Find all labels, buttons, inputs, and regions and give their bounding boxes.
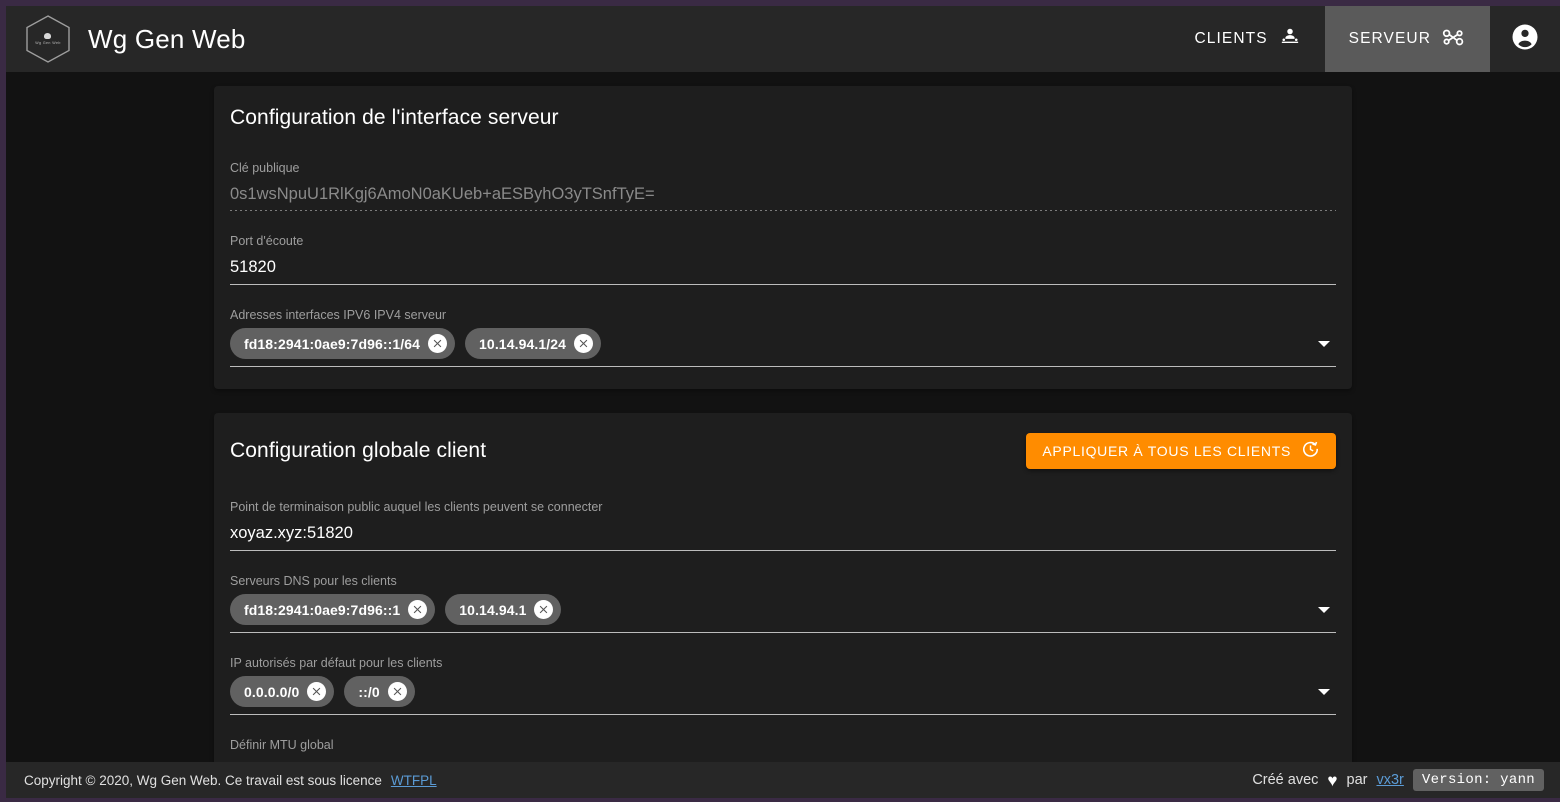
account-button[interactable] [1490, 6, 1560, 72]
tab-serveur-label: SERVEUR [1348, 30, 1431, 47]
public-key-label: Clé publique [230, 161, 300, 175]
main-content: Configuration de l'interface serveur Clé… [6, 72, 1560, 798]
global-client-card-title: Configuration globale client [230, 439, 487, 462]
server-interface-card: Configuration de l'interface serveur Clé… [214, 86, 1352, 389]
chip[interactable]: 10.14.94.1/24 [465, 328, 601, 359]
mtu-label: Définir MTU global [230, 738, 334, 752]
chip[interactable]: 10.14.94.1 [445, 594, 562, 625]
chip[interactable]: fd18:2941:0ae9:7d96::1 [230, 594, 436, 625]
account-circle-icon [1510, 22, 1540, 57]
by-text: par [1346, 772, 1368, 788]
brand: Wg Gen Web Wg Gen Web [24, 14, 246, 64]
field-public-key: Clé publique 0s1wsNpuU1RlKgj6AmoN0aKUeb+… [228, 160, 1338, 211]
listen-port-label: Port d'écoute [230, 234, 304, 248]
logo-inner-text: Wg Gen Web [35, 40, 61, 45]
nav-tabs: CLIENTS SERVEUR [1170, 6, 1560, 72]
field-endpoint: Point de terminaison public auquel les c… [228, 499, 1338, 551]
tab-clients[interactable]: CLIENTS [1170, 6, 1324, 72]
chip[interactable]: ::/0 [344, 676, 415, 707]
chip-remove-icon[interactable] [573, 334, 593, 353]
version-badge: Version: yann [1412, 769, 1544, 791]
field-dns-servers: Serveurs DNS pour les clients fd18:2941:… [228, 573, 1338, 633]
server-addresses-select[interactable]: fd18:2941:0ae9:7d96::1/64 10.14.94.1/24 [230, 328, 1336, 367]
licence-link[interactable]: WTFPL [391, 773, 437, 788]
apply-to-all-clients-button[interactable]: APPLIQUER À TOUS LES CLIENTS [1026, 433, 1336, 469]
chip-remove-icon[interactable] [428, 334, 448, 353]
dns-servers-label: Serveurs DNS pour les clients [230, 574, 397, 588]
allowed-ips-label: IP autorisés par défaut pour les clients [230, 656, 443, 670]
copyright-text: Copyright © 2020, Wg Gen Web. Ce travail… [24, 772, 382, 788]
chip[interactable]: 0.0.0.0/0 [230, 676, 335, 707]
endpoint-label: Point de terminaison public auquel les c… [230, 500, 603, 514]
wg-gen-web-logo-icon: Wg Gen Web [24, 14, 72, 64]
chip-remove-icon[interactable] [307, 682, 327, 701]
server-addresses-label: Adresses interfaces IPV6 IPV4 serveur [230, 308, 447, 322]
allowed-ips-select[interactable]: 0.0.0.0/0 ::/0 [230, 676, 1336, 715]
chip[interactable]: fd18:2941:0ae9:7d96::1/64 [230, 328, 456, 359]
app-bar: Wg Gen Web Wg Gen Web CLIENTS SERVEUR [6, 6, 1560, 72]
server-card-header: Configuration de l'interface serveur [228, 106, 1338, 130]
page-body: Configuration de l'interface serveur Clé… [6, 72, 1560, 798]
global-client-config-card: Configuration globale client APPLIQUER À… [214, 413, 1352, 798]
made-with-text: Créé avec [1252, 772, 1319, 788]
chevron-down-icon[interactable] [1318, 688, 1330, 695]
footer-copyright: Copyright © 2020, Wg Gen Web. Ce travail… [24, 773, 437, 788]
global-client-card-header: Configuration globale client APPLIQUER À… [228, 433, 1338, 469]
apply-button-label: APPLIQUER À TOUS LES CLIENTS [1042, 443, 1291, 459]
chip-label: fd18:2941:0ae9:7d96::1 [244, 601, 401, 618]
dns-servers-chips: fd18:2941:0ae9:7d96::1 10.14.94.1 [230, 594, 562, 625]
chip-label: fd18:2941:0ae9:7d96::1/64 [244, 335, 421, 352]
logo-dot-icon [44, 32, 52, 39]
field-server-addresses: Adresses interfaces IPV6 IPV4 serveur fd… [228, 307, 1338, 367]
update-clock-icon [1301, 440, 1320, 462]
field-listen-port: Port d'écoute 51820 [228, 233, 1338, 285]
chevron-down-icon[interactable] [1318, 606, 1330, 613]
footer-bar: Copyright © 2020, Wg Gen Web. Ce travail… [6, 762, 1560, 798]
endpoint-input[interactable]: xoyaz.xyz:51820 [230, 520, 1336, 551]
chip-remove-icon[interactable] [387, 682, 407, 701]
server-card-title: Configuration de l'interface serveur [230, 106, 559, 129]
author-link[interactable]: vx3r [1376, 772, 1403, 788]
page-title: Wg Gen Web [88, 23, 246, 54]
allowed-ips-chips: 0.0.0.0/0 ::/0 [230, 676, 415, 707]
server-addresses-chips: fd18:2941:0ae9:7d96::1/64 10.14.94.1/24 [230, 328, 601, 359]
network-nodes-icon [1442, 26, 1466, 53]
browser-viewport: Wg Gen Web Wg Gen Web CLIENTS SERVEUR Co… [0, 0, 1560, 802]
chip-label: ::/0 [358, 683, 380, 700]
chip-remove-icon[interactable] [534, 600, 554, 619]
chip-label: 0.0.0.0/0 [244, 683, 300, 700]
people-group-icon [1279, 26, 1301, 53]
chevron-down-icon[interactable] [1318, 340, 1330, 347]
heart-icon: ♥ [1327, 770, 1338, 790]
footer-credits: Créé avec ♥ par vx3r Version: yann [1252, 769, 1544, 791]
chip-remove-icon[interactable] [408, 600, 428, 619]
chip-label: 10.14.94.1 [459, 601, 527, 618]
field-allowed-ips: IP autorisés par défaut pour les clients… [228, 655, 1338, 715]
public-key-value: 0s1wsNpuU1RlKgj6AmoN0aKUeb+aESByhO3yTSnf… [230, 181, 1336, 211]
chip-label: 10.14.94.1/24 [479, 335, 566, 352]
tab-clients-label: CLIENTS [1194, 30, 1268, 47]
tab-serveur[interactable]: SERVEUR [1324, 6, 1490, 72]
listen-port-input[interactable]: 51820 [230, 254, 1336, 285]
dns-servers-select[interactable]: fd18:2941:0ae9:7d96::1 10.14.94.1 [230, 594, 1336, 633]
